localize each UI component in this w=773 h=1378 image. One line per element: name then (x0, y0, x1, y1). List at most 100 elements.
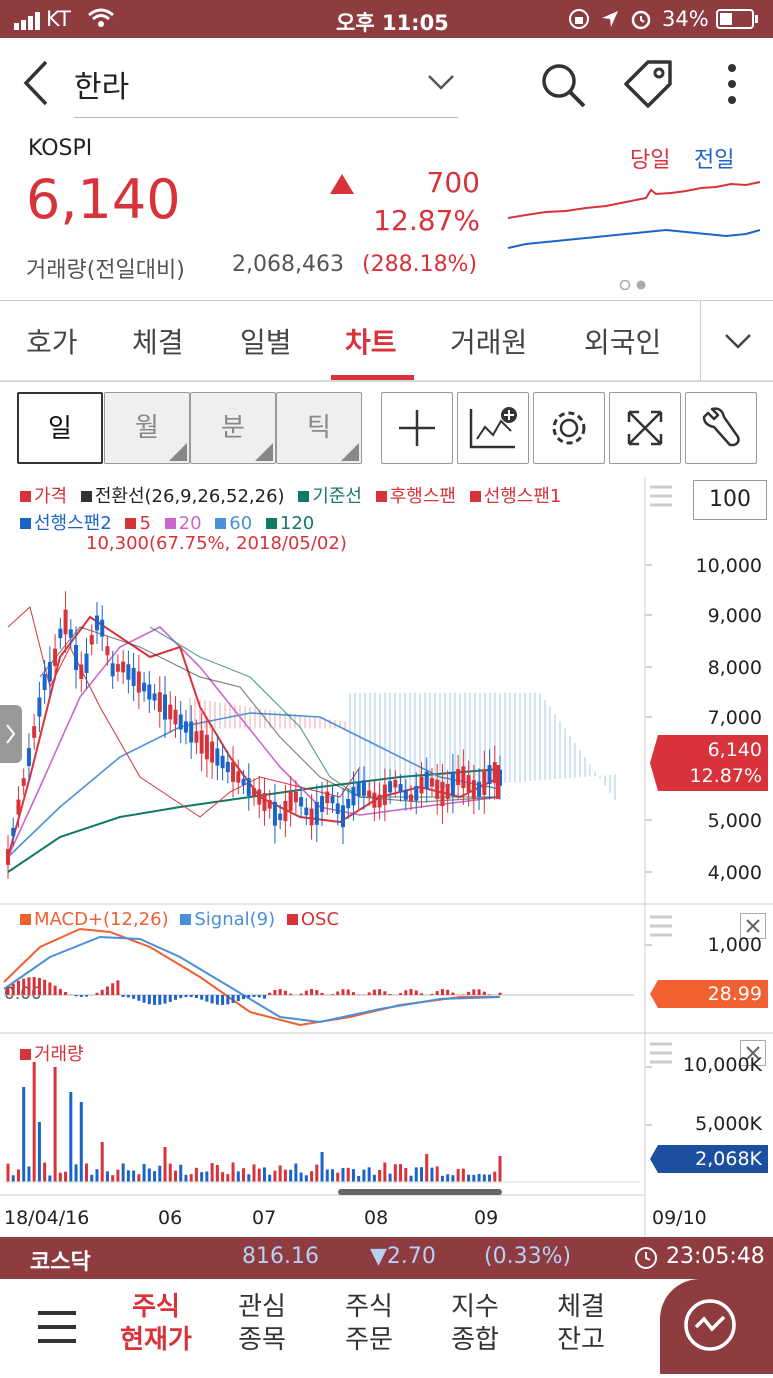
candle-body (357, 782, 361, 796)
osc-bar (341, 989, 344, 995)
candle-body (252, 788, 256, 796)
osc-bar (169, 995, 172, 1002)
osc-bar (289, 994, 292, 995)
volume-bar (164, 1147, 167, 1182)
candle-body (189, 722, 193, 743)
period-day-button[interactable]: 일 (17, 392, 103, 464)
volume-bar (169, 1164, 172, 1182)
back-icon[interactable] (20, 58, 50, 112)
volume-bar (143, 1164, 146, 1182)
candle-body (32, 726, 36, 738)
volume-bar (127, 1170, 130, 1182)
candle-body (58, 629, 62, 639)
osc-bar (190, 995, 193, 997)
candle-body (278, 814, 282, 820)
candle-body (294, 792, 298, 803)
nav-index[interactable]: 지수종합 (430, 1291, 520, 1357)
osc-bar (483, 992, 486, 995)
candle-body (64, 610, 68, 635)
osc-bar (273, 990, 276, 995)
volume-bar (33, 1062, 36, 1182)
hamburger-menu-icon[interactable] (36, 1309, 78, 1349)
volume-bar (232, 1163, 235, 1182)
search-icon[interactable] (538, 60, 588, 114)
candle-body (142, 683, 146, 692)
volume-bar (85, 1163, 88, 1182)
wifi-icon (88, 8, 114, 33)
osc-bar (184, 995, 187, 997)
crosshair-button[interactable] (381, 392, 453, 464)
volume-bar (268, 1175, 271, 1182)
macd-line (4, 929, 500, 1025)
period-minute-button[interactable]: 분 (190, 392, 276, 464)
intraday-sparkline (506, 166, 762, 256)
tools-button[interactable] (685, 392, 757, 464)
candle-body (325, 792, 329, 804)
osc-bar (279, 989, 282, 995)
nav-stock-price[interactable]: 주식현재가 (111, 1291, 201, 1357)
nav-watchlist[interactable]: 관심종목 (217, 1291, 307, 1357)
period-tick-button[interactable]: 틱 (276, 392, 362, 464)
crosshair-icon (397, 408, 437, 448)
volume-bar (148, 1168, 151, 1182)
period-month-button[interactable]: 월 (104, 392, 190, 464)
volume-bar (116, 1170, 119, 1182)
candle-body (126, 664, 130, 679)
candle-body (472, 780, 476, 799)
osc-bar (101, 990, 104, 995)
candle-body (116, 664, 120, 672)
osc-bar (85, 995, 88, 997)
stock-name-selector[interactable]: 한라 (74, 62, 458, 118)
candle-body (289, 792, 293, 811)
quick-action-button[interactable] (660, 1279, 773, 1374)
volume-bar (420, 1167, 423, 1182)
volume-bar (430, 1168, 433, 1182)
volume-bar (101, 1142, 104, 1182)
tab-trades[interactable]: 체결 (132, 321, 184, 361)
osc-bar (310, 989, 313, 995)
tab-expand-button[interactable] (700, 301, 773, 381)
nav-stock-order[interactable]: 주식주문 (324, 1291, 414, 1357)
volume-bar (43, 1163, 46, 1182)
volume-bar (153, 1171, 156, 1182)
osc-bar (430, 994, 433, 995)
volume-value: 2,068,463 (232, 252, 344, 277)
volume-bar (174, 1171, 177, 1182)
tab-brokers[interactable]: 거래원 (450, 321, 527, 361)
candle-body (226, 762, 230, 772)
stock-chart[interactable]: 가격 전환선(26,9,26,52,26) 기준선 후행스팬 선행스팬1 선행스… (0, 477, 773, 1237)
candle-body (299, 797, 303, 806)
fullscreen-button[interactable] (609, 392, 681, 464)
location-icon (600, 9, 620, 34)
tab-daily[interactable]: 일별 (240, 321, 292, 361)
osc-bar (462, 994, 465, 995)
volume-bar (75, 1164, 78, 1182)
volume-bar (95, 1169, 98, 1182)
tag-icon[interactable] (622, 60, 674, 114)
volume-bar (389, 1174, 392, 1182)
candle-body (372, 793, 376, 808)
tab-foreign[interactable]: 외국인 (584, 321, 661, 361)
kosdaq-ticker[interactable]: 코스닥 816.16 ▼2.70 (0.33%) 23:05:48 (0, 1237, 773, 1279)
volume-bar (158, 1166, 161, 1182)
candle-body (351, 787, 355, 805)
volume-bar (258, 1169, 261, 1182)
volume-bar (394, 1164, 397, 1182)
rotation-lock-icon (568, 8, 590, 35)
add-indicator-button[interactable] (457, 392, 529, 464)
candle-body (163, 694, 167, 719)
candle-body (105, 646, 109, 655)
candle-body (69, 629, 73, 637)
chart-settings-button[interactable] (533, 392, 605, 464)
volume-bar (111, 1175, 114, 1182)
osc-bar (64, 992, 67, 995)
candle-body (43, 674, 47, 690)
nav-balance[interactable]: 체결잔고 (536, 1291, 626, 1357)
current-price: 6,140 (26, 168, 181, 231)
volume-bar (289, 1170, 292, 1182)
tab-chart[interactable]: 차트 (345, 321, 397, 361)
osc-bar (368, 992, 371, 995)
candle-body (74, 645, 78, 670)
tab-orderbook[interactable]: 호가 (26, 321, 78, 361)
more-menu-icon[interactable] (722, 62, 742, 112)
